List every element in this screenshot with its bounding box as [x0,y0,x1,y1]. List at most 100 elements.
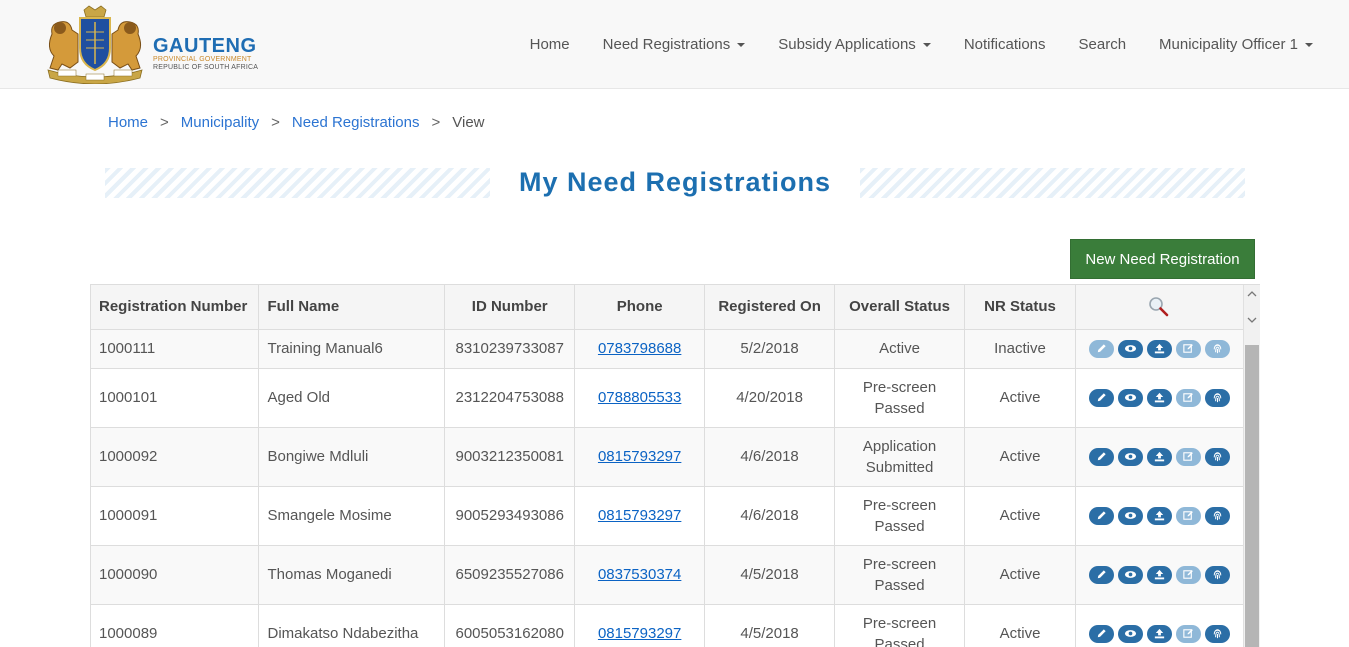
col-id-number[interactable]: ID Number [444,285,576,330]
cell-phone: 0815793297 [574,604,706,647]
breadcrumb-home[interactable]: Home [108,114,148,131]
cell-id-number: 8310239733087 [444,329,576,369]
col-registered-on[interactable]: Registered On [704,285,836,330]
upload-icon[interactable] [1146,624,1172,643]
edit-note-icon[interactable] [1175,565,1201,584]
col-registration-number[interactable]: Registration Number [91,285,260,330]
scroll-up-arrow-icon[interactable] [1244,285,1260,303]
col-phone[interactable]: Phone [574,285,706,330]
phone-link[interactable]: 0788805533 [598,389,681,406]
upload-icon[interactable] [1146,506,1172,525]
breadcrumb-need-registrations[interactable]: Need Registrations [292,114,420,131]
main-nav: Home Need Registrations Subsidy Applicat… [497,0,1313,89]
overall-status-line2: Passed [874,576,925,594]
logo-title: GAUTENG [153,35,257,57]
fingerprint-icon[interactable] [1204,388,1230,407]
cell-overall-status: Pre-screen Passed [834,604,966,647]
nav-search[interactable]: Search [1079,36,1127,53]
row-actions [1084,388,1235,407]
caret-down-icon [1305,42,1313,47]
fingerprint-icon[interactable] [1204,447,1230,466]
logo-text: GAUTENG PROVINCIAL GOVERNMENT REPUBLIC O… [153,36,258,72]
breadcrumb: Home > Municipality > Need Registrations… [108,114,485,131]
cell-phone: 0783798688 [574,329,706,369]
cell-phone: 0788805533 [574,368,706,428]
breadcrumb-municipality[interactable]: Municipality [181,114,259,131]
edit-icon[interactable] [1088,447,1114,466]
edit-icon[interactable] [1088,339,1114,358]
cell-nr-status: Active [964,545,1076,605]
scroll-down-arrow-icon[interactable] [1244,311,1260,329]
upload-icon[interactable] [1146,447,1172,466]
view-icon[interactable] [1117,339,1143,358]
edit-note-icon[interactable] [1175,388,1201,407]
edit-icon[interactable] [1088,506,1114,525]
edit-note-icon[interactable] [1175,447,1201,466]
edit-note-icon[interactable] [1175,506,1201,525]
view-icon[interactable] [1117,565,1143,584]
fingerprint-icon[interactable] [1204,565,1230,584]
nav-user-dropdown[interactable]: Municipality Officer 1 [1159,36,1313,53]
cell-id-number: 6509235527086 [444,545,576,605]
view-icon[interactable] [1117,624,1143,643]
breadcrumb-separator: > [271,114,280,131]
overall-status-line1: Pre-screen [862,555,937,573]
cell-actions [1075,604,1245,647]
cell-full-name: Training Manual6 [258,329,446,369]
cell-id-number: 9003212350081 [444,427,576,487]
cell-overall-status: Active [834,329,966,369]
col-overall-status[interactable]: Overall Status [834,285,966,330]
cell-overall-status: Pre-screen Passed [834,545,966,605]
row-actions [1084,506,1235,525]
phone-link[interactable]: 0837530374 [598,566,681,583]
cell-actions [1075,329,1245,369]
table-row: 1000089 Dimakatso Ndabezitha 6005053162080… [91,604,1245,647]
edit-icon[interactable] [1088,388,1114,407]
title-decoration-right [860,168,1245,198]
registrations-table: Registration Number Full Name ID Number … [91,285,1245,647]
new-need-registration-button[interactable]: New Need Registration [1070,239,1255,279]
nav-notifications[interactable]: Notifications [964,36,1046,53]
cell-overall-status: Pre-screen Passed [834,368,966,428]
cell-actions [1075,368,1245,428]
edit-icon[interactable] [1088,565,1114,584]
fingerprint-icon[interactable] [1204,506,1230,525]
upload-icon[interactable] [1146,388,1172,407]
table-scrollbar[interactable] [1243,285,1260,647]
caret-down-icon [922,42,931,47]
phone-link[interactable]: 0815793297 [598,448,681,465]
view-icon[interactable] [1117,388,1143,407]
cell-actions [1075,427,1245,487]
search-icon[interactable] [1147,295,1171,319]
nav-need-registrations-dropdown[interactable]: Need Registrations [603,36,746,53]
view-icon[interactable] [1117,447,1143,466]
breadcrumb-separator: > [160,114,169,131]
overall-status-line2: Passed [874,517,925,535]
phone-link[interactable]: 0815793297 [598,507,681,524]
nav-home[interactable]: Home [530,36,570,53]
col-full-name[interactable]: Full Name [258,285,446,330]
phone-link[interactable]: 0815793297 [598,625,681,642]
overall-status-line1: Application [862,437,937,455]
table-row: 1000091 Smangele Mosime 9005293493086 08157… [91,486,1245,546]
view-icon[interactable] [1117,506,1143,525]
cell-nr-status: Inactive [964,329,1076,369]
nav-subsidy-applications-dropdown[interactable]: Subsidy Applications [778,36,931,53]
gauteng-logo[interactable]: GAUTENG PROVINCIAL GOVERNMENT REPUBLIC O… [40,4,260,84]
upload-icon[interactable] [1146,339,1172,358]
scroll-thumb[interactable] [1245,345,1259,647]
row-actions [1084,447,1235,466]
col-nr-status[interactable]: NR Status [964,285,1076,330]
upload-icon[interactable] [1146,565,1172,584]
logo-subtitle: PROVINCIAL GOVERNMENT [153,56,252,63]
fingerprint-icon[interactable] [1204,339,1230,358]
cell-registered-on: 4/6/2018 [704,427,836,487]
overall-status-line2: Passed [874,399,925,417]
fingerprint-icon[interactable] [1204,624,1230,643]
cell-nr-status: Active [964,368,1076,428]
edit-note-icon[interactable] [1175,339,1201,358]
edit-note-icon[interactable] [1175,624,1201,643]
phone-link[interactable]: 0783798688 [598,340,681,357]
table-row: 1000092 Bongiwe Mdluli 9003212350081 081579… [91,427,1245,487]
edit-icon[interactable] [1088,624,1114,643]
